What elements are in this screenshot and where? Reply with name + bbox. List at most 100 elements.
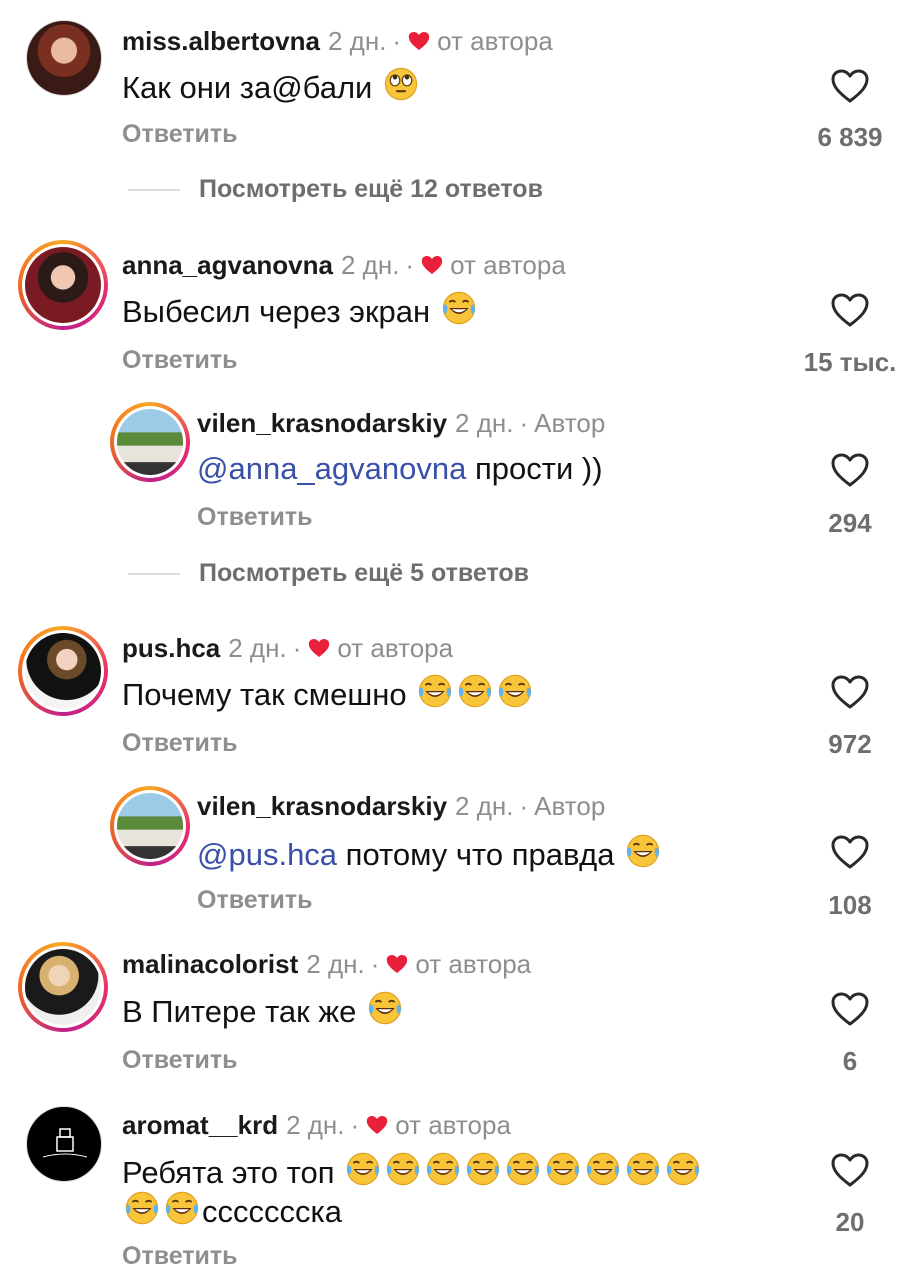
like-count: 6	[842, 1046, 858, 1076]
reply-button[interactable]: Ответить	[197, 503, 313, 532]
avatar[interactable]	[26, 1106, 102, 1182]
reply-button[interactable]: Ответить	[122, 1046, 238, 1075]
comment-text: Выбесил через экран	[122, 290, 479, 330]
brand-logo	[42, 1128, 88, 1158]
username-link[interactable]: anna_agvanovna	[122, 250, 333, 280]
heart-filled-icon	[420, 254, 444, 276]
heart-outline-icon[interactable]	[830, 674, 870, 710]
username-link[interactable]: pus.hca	[122, 633, 220, 663]
face-with-tears-of-joy-icon	[625, 833, 661, 869]
comment-body: Выбесил через экран	[122, 294, 431, 329]
comment-text-line2: ссссссска	[122, 1190, 342, 1230]
avatar[interactable]	[18, 240, 108, 330]
liked-by-author-label: от автора	[337, 633, 454, 663]
heart-filled-icon	[385, 953, 409, 975]
mention-link[interactable]: @anna_agvanovna	[197, 451, 466, 486]
comment-body: Как они за@бали	[122, 70, 373, 105]
face-with-tears-of-joy-icon	[497, 673, 533, 709]
heart-outline-icon[interactable]	[830, 292, 870, 328]
comment-meta: malinacolorist 2 дн. · от автора	[122, 949, 531, 980]
face-with-tears-of-joy-icon	[505, 1151, 541, 1187]
separator-dot: ·	[370, 949, 380, 979]
face-with-tears-of-joy-icon	[385, 1151, 421, 1187]
username-link[interactable]: vilen_krasnodarskiy	[197, 408, 447, 438]
separator-dot: ·	[519, 408, 529, 438]
face-with-tears-of-joy-icon	[625, 1151, 661, 1187]
comment-meta: vilen_krasnodarskiy 2 дн. · Автор	[197, 408, 605, 439]
heart-filled-icon	[407, 30, 431, 52]
reply-button[interactable]: Ответить	[122, 346, 238, 375]
heart-outline-icon[interactable]	[830, 452, 870, 488]
heart-filled-icon	[307, 637, 331, 659]
comment-body: В Питере так же	[122, 994, 357, 1029]
comment-meta: pus.hca 2 дн. · от автора	[122, 633, 453, 664]
author-badge: Автор	[534, 408, 606, 438]
avatar[interactable]	[110, 786, 190, 866]
divider-line	[128, 573, 180, 575]
face-with-tears-of-joy-icon	[345, 1151, 381, 1187]
like-count: 108	[828, 890, 872, 920]
face-with-tears-of-joy-icon	[457, 673, 493, 709]
username-link[interactable]: aromat__krd	[122, 1110, 278, 1140]
heart-outline-icon[interactable]	[830, 834, 870, 870]
mention-link[interactable]: @pus.hca	[197, 837, 337, 872]
comment-meta: anna_agvanovna 2 дн. · от автора	[122, 250, 566, 281]
comment-meta: vilen_krasnodarskiy 2 дн. · Автор	[197, 791, 605, 822]
liked-by-author-label: от автора	[395, 1110, 511, 1140]
comment-meta: aromat__krd 2 дн. · от автора	[122, 1110, 511, 1141]
comment-time: 2 дн.	[340, 250, 400, 280]
username-link[interactable]: miss.albertovna	[122, 26, 320, 56]
view-more-replies-button[interactable]: Посмотреть ещё 5 ответов	[199, 559, 529, 588]
face-with-rolling-eyes-icon	[383, 66, 419, 102]
username-link[interactable]: malinacolorist	[122, 949, 298, 979]
face-with-tears-of-joy-icon	[417, 673, 453, 709]
separator-dot: ·	[392, 26, 402, 56]
liked-by-author-label: от автора	[437, 26, 553, 56]
comment-text: @pus.hca потому что правда	[197, 833, 663, 873]
comment-time: 2 дн.	[327, 26, 387, 56]
reply-button[interactable]: Ответить	[122, 729, 238, 758]
comment-text: В Питере так же	[122, 990, 405, 1030]
comment-text: Ребята это топ	[122, 1151, 703, 1191]
reply-button[interactable]: Ответить	[197, 886, 313, 915]
face-with-tears-of-joy-icon	[425, 1151, 461, 1187]
face-with-tears-of-joy-icon	[367, 990, 403, 1026]
comment-body: ссссссска	[202, 1194, 342, 1229]
comment-text: Как они за@бали	[122, 66, 421, 106]
liked-by-author-label: от автора	[450, 250, 566, 280]
avatar[interactable]	[26, 20, 102, 96]
username-link[interactable]: vilen_krasnodarskiy	[197, 791, 447, 821]
comment-time: 2 дн.	[306, 949, 365, 979]
heart-filled-icon	[365, 1114, 389, 1136]
separator-dot: ·	[292, 633, 302, 663]
comment-time: 2 дн.	[455, 791, 514, 821]
comment-time: 2 дн.	[228, 633, 287, 663]
like-count: 294	[828, 508, 872, 538]
heart-outline-icon[interactable]	[830, 991, 870, 1027]
like-count: 972	[828, 729, 872, 759]
avatar[interactable]	[18, 942, 108, 1032]
comment-body: Ребята это топ	[122, 1155, 335, 1190]
comment-time: 2 дн.	[286, 1110, 345, 1140]
comment-text: Почему так смешно	[122, 673, 535, 713]
heart-outline-icon[interactable]	[830, 1152, 870, 1188]
like-count: 20	[835, 1207, 865, 1237]
comment-body: прости ))	[466, 451, 603, 486]
avatar[interactable]	[110, 402, 190, 482]
face-with-tears-of-joy-icon	[545, 1151, 581, 1187]
view-more-replies-button[interactable]: Посмотреть ещё 12 ответов	[199, 175, 543, 204]
divider-line	[128, 189, 180, 191]
separator-dot: ·	[405, 250, 415, 280]
face-with-tears-of-joy-icon	[124, 1190, 160, 1226]
reply-button[interactable]: Ответить	[122, 120, 238, 149]
avatar[interactable]	[18, 626, 108, 716]
face-with-tears-of-joy-icon	[441, 290, 477, 326]
reply-button[interactable]: Ответить	[122, 1242, 238, 1271]
face-with-tears-of-joy-icon	[465, 1151, 501, 1187]
like-count: 15 тыс.	[803, 347, 897, 377]
comment-body: Почему так смешно	[122, 677, 407, 712]
comment-body: потому что правда	[337, 837, 615, 872]
heart-outline-icon[interactable]	[830, 68, 870, 104]
author-badge: Автор	[534, 791, 606, 821]
like-count: 6 839	[817, 122, 883, 152]
